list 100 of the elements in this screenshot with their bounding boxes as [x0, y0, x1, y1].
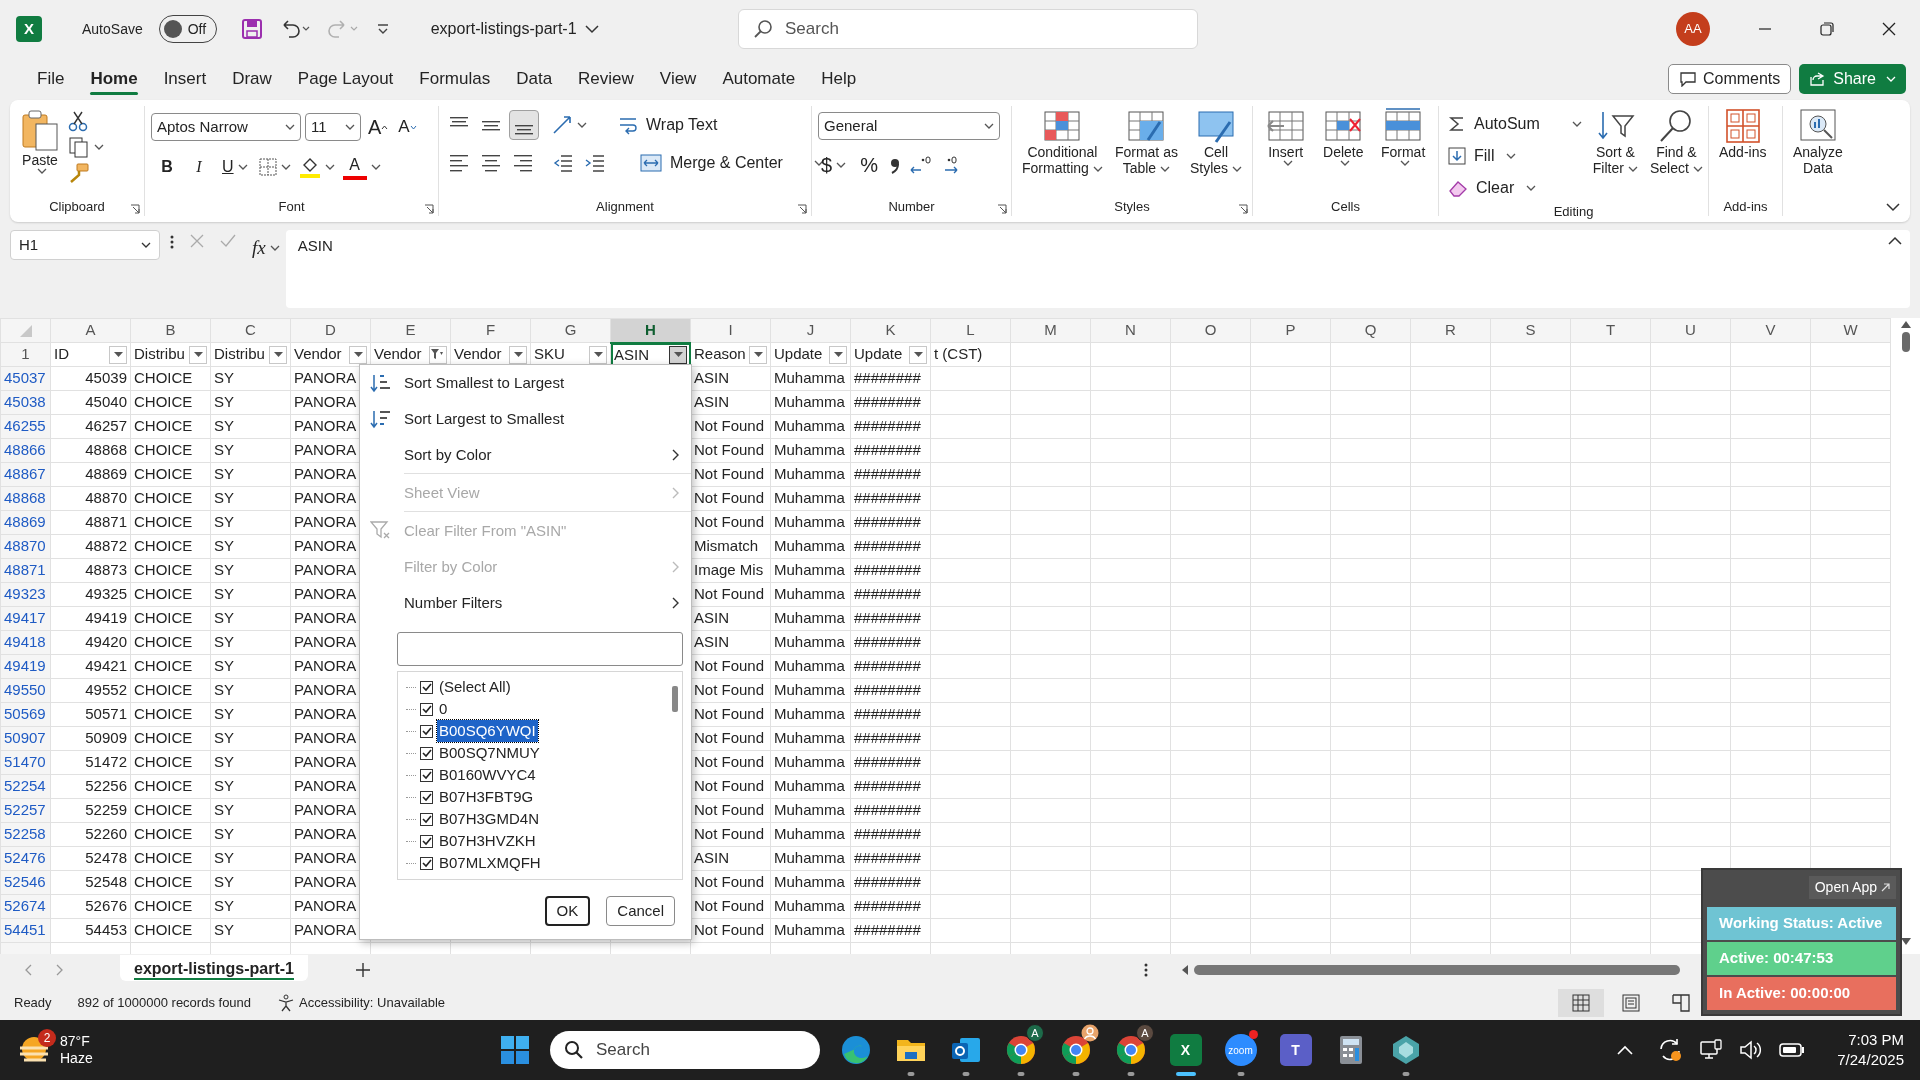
row-number[interactable]: 45037 — [0, 366, 51, 391]
column-header[interactable]: M — [1010, 318, 1091, 343]
filter-value[interactable]: B07H3GMD4N — [437, 807, 542, 831]
add-ins-button[interactable]: Add-ins — [1715, 106, 1771, 163]
column-header[interactable]: T — [1570, 318, 1651, 343]
currency-button[interactable]: $ — [818, 150, 850, 180]
show-hidden-icon[interactable] — [1617, 1045, 1634, 1055]
column-header[interactable]: G — [530, 318, 611, 343]
checkbox[interactable] — [420, 812, 433, 826]
spreadsheet-app-icon[interactable]: X — [1169, 1034, 1202, 1066]
font-name-field[interactable]: Aptos Narrow — [151, 113, 301, 141]
share-button[interactable]: Share — [1799, 64, 1906, 94]
row-number[interactable]: 49417 — [0, 606, 51, 631]
column-header[interactable]: K — [850, 318, 931, 343]
add-sheet-icon[interactable] — [356, 963, 370, 977]
open-app-button[interactable]: Open App — [1808, 876, 1896, 899]
insert-function-button[interactable]: fx — [252, 234, 266, 263]
dialog-launcher-icon[interactable] — [1238, 204, 1248, 214]
column-header[interactable]: Q — [1330, 318, 1411, 343]
align-right-icon[interactable] — [512, 152, 534, 174]
column-header[interactable]: F — [450, 318, 531, 343]
comments-button[interactable]: Comments — [1667, 64, 1792, 94]
filter-value[interactable]: B07H3HVZKH — [437, 829, 538, 853]
dialog-launcher-icon[interactable] — [130, 204, 140, 214]
format-button[interactable]: Format — [1376, 106, 1430, 169]
ribbon-tab[interactable]: Page Layout — [284, 62, 407, 96]
row-number[interactable]: 48869 — [0, 510, 51, 535]
row-number[interactable]: 45038 — [0, 390, 51, 415]
more-icon[interactable] — [170, 234, 174, 250]
browser-icon[interactable] — [839, 1034, 872, 1066]
ribbon-tab[interactable]: Review — [565, 62, 647, 96]
row-number[interactable]: 52476 — [0, 846, 51, 871]
checkbox[interactable] — [420, 702, 433, 716]
bold-button[interactable]: B — [155, 152, 179, 182]
checkbox[interactable] — [420, 834, 433, 848]
page-break-icon[interactable] — [1672, 994, 1690, 1012]
dialog-launcher-icon[interactable] — [997, 204, 1007, 214]
menu-item[interactable]: Sort by Color — [360, 437, 691, 473]
checkbox[interactable] — [420, 724, 433, 738]
wrap-text-button[interactable]: Wrap Text — [615, 110, 721, 140]
row-number[interactable]: 48871 — [0, 558, 51, 583]
scroll-thumb[interactable] — [672, 686, 678, 712]
conditional-formatting-button[interactable]: Conditional Formatting — [1018, 106, 1107, 179]
close-icon[interactable] — [1882, 22, 1896, 36]
decrease-indent-icon[interactable] — [552, 152, 574, 174]
merge-center-button[interactable]: Merge & Center — [637, 148, 786, 178]
scroll-up-icon[interactable] — [1900, 320, 1911, 328]
sort-filter-button[interactable]: Sort & Filter — [1588, 106, 1642, 179]
page-layout-icon[interactable] — [1622, 994, 1640, 1012]
row-number[interactable]: 50569 — [0, 702, 51, 727]
font-color-button[interactable]: A — [342, 154, 367, 180]
dialog-launcher-icon[interactable] — [424, 204, 434, 214]
checkbox[interactable] — [420, 768, 433, 782]
filter-button[interactable] — [669, 345, 687, 364]
increase-decimal-icon[interactable] — [909, 154, 934, 176]
delete-button[interactable]: Delete — [1319, 106, 1368, 169]
normal-view-icon[interactable] — [1572, 994, 1590, 1012]
orientation-icon[interactable] — [551, 114, 573, 136]
column-header[interactable]: E — [370, 318, 451, 343]
grow-font-button[interactable]: A — [365, 112, 392, 142]
browser-icon[interactable] — [1059, 1034, 1092, 1066]
column-header[interactable]: H — [610, 318, 691, 343]
file-name-button[interactable]: export-listings-part-1 — [430, 19, 599, 39]
column-header[interactable]: N — [1090, 318, 1171, 343]
row-number[interactable]: 54451 — [0, 918, 51, 943]
row-number[interactable]: 52254 — [0, 774, 51, 799]
network-icon[interactable] — [1699, 1039, 1724, 1061]
find-select-button[interactable]: Find & Select — [1645, 106, 1707, 179]
ribbon-tab[interactable]: View — [646, 62, 710, 96]
analyze-data-button[interactable]: Analyze Data — [1789, 106, 1847, 179]
column-header[interactable]: I — [690, 318, 771, 343]
align-left-icon[interactable] — [448, 152, 470, 174]
filter-value[interactable]: B00SQ6YWQI — [437, 719, 538, 743]
filter-value[interactable]: B00SQ7NMUY — [437, 741, 542, 765]
number-format-field[interactable]: General — [818, 112, 1000, 140]
menu-item[interactable]: Sort Largest to Smallest — [360, 401, 691, 437]
column-header[interactable]: C — [210, 318, 291, 343]
menu-item[interactable]: Sort Smallest to Largest — [360, 365, 691, 401]
row-number[interactable]: 52257 — [0, 798, 51, 823]
paste-button[interactable]: Paste — [16, 106, 64, 177]
search-field[interactable]: Search — [738, 9, 1198, 49]
ribbon-collapse-icon[interactable] — [1886, 203, 1900, 212]
save-icon[interactable] — [240, 18, 263, 40]
ribbon-tab[interactable]: Insert — [150, 62, 220, 96]
align-center-icon[interactable] — [480, 152, 502, 174]
horizontal-scrollbar[interactable] — [1180, 963, 1680, 977]
filter-value[interactable]: 0 — [437, 697, 450, 721]
row-number[interactable]: 48868 — [0, 486, 51, 511]
cut-icon[interactable] — [68, 110, 88, 132]
row-number[interactable]: 49323 — [0, 582, 51, 607]
autosum-button[interactable]: AutoSum — [1445, 110, 1585, 138]
scroll-down-icon[interactable] — [1900, 938, 1911, 946]
cancel-button[interactable]: Cancel — [606, 896, 675, 926]
column-header[interactable]: W — [1810, 318, 1891, 343]
ribbon-tab[interactable]: Automate — [709, 62, 809, 96]
name-box[interactable]: H1 — [10, 230, 160, 260]
dialog-launcher-icon[interactable] — [797, 204, 807, 214]
row-number[interactable]: 52546 — [0, 870, 51, 895]
column-header[interactable]: L — [930, 318, 1011, 343]
sync-icon[interactable] — [1657, 1037, 1684, 1063]
